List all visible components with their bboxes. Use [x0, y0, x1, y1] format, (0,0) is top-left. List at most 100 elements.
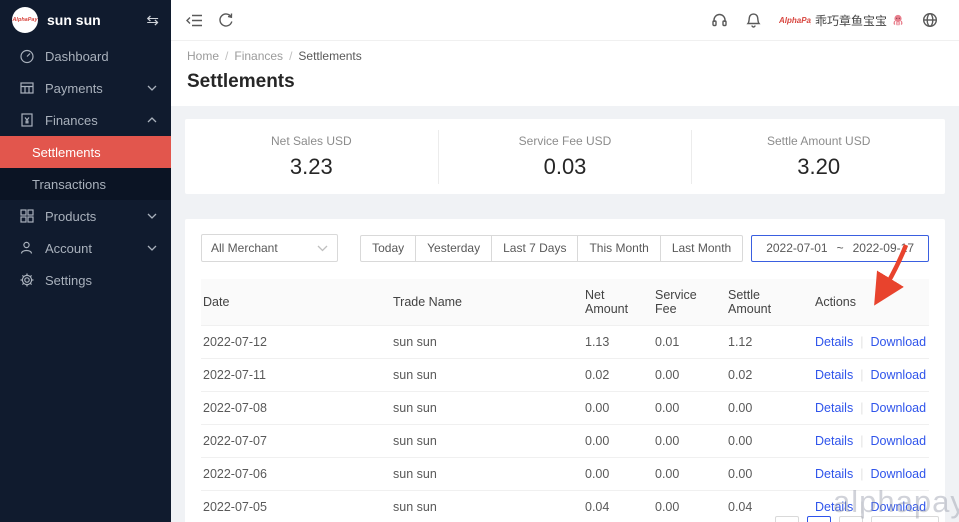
actions-cell: Details | Download: [813, 359, 929, 392]
products-icon: [19, 208, 35, 224]
account-icon: [19, 240, 35, 256]
sidebar-item-dashboard[interactable]: Dashboard: [0, 40, 171, 72]
table-cell: 0.01: [653, 326, 726, 359]
menu-fold-icon[interactable]: [185, 11, 203, 29]
filter-row: All Merchant TodayYesterdayLast 7 DaysTh…: [201, 234, 929, 262]
pagination-page-1-button[interactable]: [807, 516, 831, 522]
octopus-icon: [891, 13, 905, 27]
settings-icon: [19, 272, 35, 288]
preset-last-7-days-button[interactable]: Last 7 Days: [491, 235, 578, 262]
page-title: Settlements: [187, 71, 943, 93]
table-cell: 0.04: [583, 491, 653, 522]
column-header: Net Amount: [583, 279, 653, 326]
user-menu[interactable]: AlphaPay 乖巧章鱼宝宝: [779, 12, 905, 29]
globe-icon[interactable]: [921, 11, 939, 29]
sidebar-item-settings[interactable]: Settings: [0, 264, 171, 296]
stats-card: Net Sales USD 3.23 Service Fee USD 0.03 …: [185, 119, 945, 194]
preset-today-button[interactable]: Today: [360, 235, 416, 262]
table-cell: 0.00: [653, 458, 726, 491]
download-link[interactable]: Download: [870, 467, 926, 481]
column-header: Service Fee: [653, 279, 726, 326]
table-cell: 2022-07-07: [201, 425, 391, 458]
table-cell: 0.02: [726, 359, 813, 392]
table-cell: sun sun: [391, 359, 583, 392]
merchant-select[interactable]: All Merchant: [201, 234, 338, 262]
sidebar-item-payments[interactable]: Payments: [0, 72, 171, 104]
stat-net-sales: Net Sales USD 3.23: [185, 130, 438, 184]
actions-cell: Details | Download: [813, 392, 929, 425]
actions-cell: Details | Download: [813, 326, 929, 359]
details-link[interactable]: Details: [815, 467, 853, 481]
download-link[interactable]: Download: [870, 335, 926, 349]
topbar: AlphaPay 乖巧章鱼宝宝: [171, 0, 959, 40]
table-cell: 2022-07-11: [201, 359, 391, 392]
preset-yesterday-button[interactable]: Yesterday: [415, 235, 492, 262]
bell-icon[interactable]: [745, 11, 763, 29]
table-cell: sun sun: [391, 458, 583, 491]
sidebar-header: AlphaPay sun sun ⇆: [0, 0, 171, 40]
details-link[interactable]: Details: [815, 335, 853, 349]
table-cell: 2022-07-12: [201, 326, 391, 359]
table-row: 2022-07-12sun sun1.130.011.12Details|Dow…: [201, 326, 929, 359]
dashboard-icon: [19, 48, 35, 64]
preset-last-month-button[interactable]: Last Month: [660, 235, 743, 262]
table-card: All Merchant TodayYesterdayLast 7 DaysTh…: [185, 219, 945, 522]
details-link[interactable]: Details: [815, 401, 853, 415]
action-divider: |: [860, 467, 863, 481]
sidebar-item-finances[interactable]: Finances: [0, 104, 171, 136]
pagination-page-size-select[interactable]: [871, 516, 939, 522]
date-preset-group: TodayYesterdayLast 7 DaysThis MonthLast …: [360, 235, 743, 262]
sidebar-item-products[interactable]: Products: [0, 200, 171, 232]
chevron-down-icon: [147, 245, 157, 251]
details-link[interactable]: Details: [815, 500, 853, 514]
content: Net Sales USD 3.23 Service Fee USD 0.03 …: [171, 106, 959, 522]
table-row: 2022-07-07sun sun0.000.000.00Details|Dow…: [201, 425, 929, 458]
sidebar-item-account[interactable]: Account: [0, 232, 171, 264]
chevron-up-icon: [147, 117, 157, 123]
download-link[interactable]: Download: [870, 434, 926, 448]
date-range-picker[interactable]: 2022-07-01 ~ 2022-09-17: [751, 235, 929, 262]
download-link[interactable]: Download: [870, 368, 926, 382]
pagination-next-button[interactable]: [839, 516, 863, 522]
download-link[interactable]: Download: [870, 500, 926, 514]
table-cell: 0.02: [583, 359, 653, 392]
table-row: 2022-07-08sun sun0.000.000.00Details|Dow…: [201, 392, 929, 425]
breadcrumb-separator: /: [225, 49, 228, 63]
table-cell: sun sun: [391, 392, 583, 425]
svg-text:AlphaPay: AlphaPay: [779, 16, 811, 25]
column-header: Actions: [813, 279, 929, 326]
action-divider: |: [860, 434, 863, 448]
actions-cell: Details | Download: [813, 425, 929, 458]
stat-settle-amount: Settle Amount USD 3.20: [691, 130, 945, 184]
headset-icon[interactable]: [711, 11, 729, 29]
details-link[interactable]: Details: [815, 434, 853, 448]
chevron-down-icon: [147, 213, 157, 219]
table-cell: 0.00: [653, 359, 726, 392]
pagination-prev-button[interactable]: [775, 516, 799, 522]
details-link[interactable]: Details: [815, 368, 853, 382]
table-cell: 1.13: [583, 326, 653, 359]
reload-icon[interactable]: [217, 11, 235, 29]
action-divider: |: [860, 401, 863, 415]
sidebar-item-transactions[interactable]: Transactions: [0, 168, 171, 200]
action-divider: |: [860, 335, 863, 349]
breadcrumb-item[interactable]: Home: [187, 49, 219, 63]
table-cell: 0.00: [653, 425, 726, 458]
preset-this-month-button[interactable]: This Month: [577, 235, 660, 262]
sidebar: AlphaPay sun sun ⇆ Dashboard Payments Fi…: [0, 0, 171, 522]
sidebar-collapse-icon[interactable]: ⇆: [146, 11, 159, 29]
breadcrumb: Home/Finances/Settlements: [187, 49, 943, 63]
merchant-name: sun sun: [47, 12, 137, 28]
stat-service-fee: Service Fee USD 0.03: [438, 130, 692, 184]
table-cell: 0.00: [583, 425, 653, 458]
table-cell: 0.00: [653, 491, 726, 522]
table-cell: sun sun: [391, 491, 583, 522]
table-row: 2022-07-06sun sun0.000.000.00Details|Dow…: [201, 458, 929, 491]
download-link[interactable]: Download: [870, 401, 926, 415]
action-divider: |: [860, 368, 863, 382]
breadcrumb-separator: /: [289, 49, 292, 63]
table-cell: 0.00: [726, 425, 813, 458]
table-cell: sun sun: [391, 425, 583, 458]
breadcrumb-item[interactable]: Finances: [234, 49, 283, 63]
sidebar-item-settlements[interactable]: Settlements: [0, 136, 171, 168]
